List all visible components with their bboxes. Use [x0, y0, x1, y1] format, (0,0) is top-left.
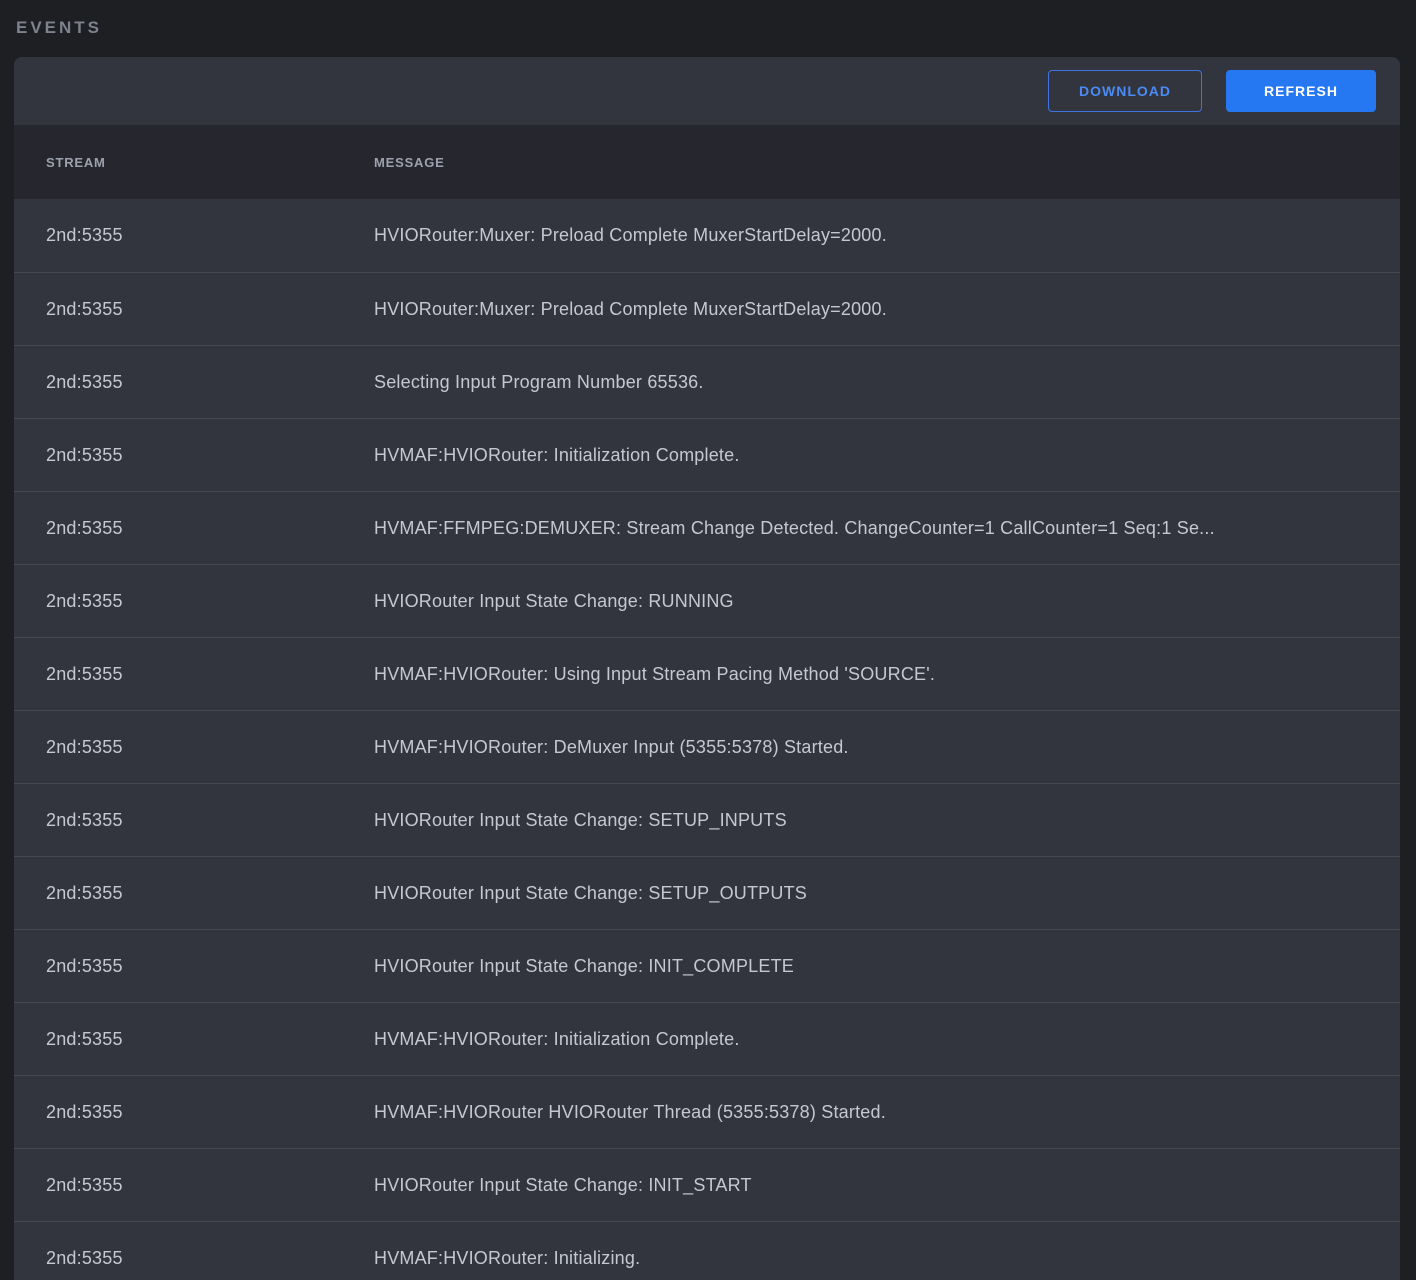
events-table-body: 2nd:5355HVIORouter:Muxer: Preload Comple… [14, 199, 1400, 1280]
row-message-cell: HVMAF:HVIORouter HVIORouter Thread (5355… [374, 1102, 1400, 1123]
row-stream-cell: 2nd:5355 [46, 1248, 374, 1269]
row-stream-cell: 2nd:5355 [46, 737, 374, 758]
row-stream-cell: 2nd:5355 [46, 591, 374, 612]
row-message-cell: HVMAF:HVIORouter: Using Input Stream Pac… [374, 664, 1400, 685]
table-row[interactable]: 2nd:5355HVMAF:HVIORouter: DeMuxer Input … [14, 710, 1400, 783]
table-row[interactable]: 2nd:5355HVIORouter Input State Change: S… [14, 856, 1400, 929]
row-message-cell: HVIORouter Input State Change: SETUP_INP… [374, 810, 1400, 831]
row-stream-cell: 2nd:5355 [46, 1175, 374, 1196]
table-row[interactable]: 2nd:5355HVMAF:HVIORouter: Initialization… [14, 1002, 1400, 1075]
row-stream-cell: 2nd:5355 [46, 518, 374, 539]
refresh-button[interactable]: REFRESH [1226, 70, 1376, 112]
events-page: EVENTS DOWNLOAD REFRESH STREAM MESSAGE 2… [0, 0, 1416, 1280]
column-header-message: MESSAGE [374, 155, 1400, 170]
events-table-header: STREAM MESSAGE [14, 125, 1400, 199]
events-panel: DOWNLOAD REFRESH STREAM MESSAGE 2nd:5355… [14, 57, 1400, 1280]
row-stream-cell: 2nd:5355 [46, 225, 374, 246]
table-row[interactable]: 2nd:5355HVIORouter Input State Change: I… [14, 1148, 1400, 1221]
row-stream-cell: 2nd:5355 [46, 956, 374, 977]
row-stream-cell: 2nd:5355 [46, 445, 374, 466]
row-message-cell: HVIORouter Input State Change: INIT_STAR… [374, 1175, 1400, 1196]
table-row[interactable]: 2nd:5355HVMAF:FFMPEG:DEMUXER: Stream Cha… [14, 491, 1400, 564]
row-message-cell: Selecting Input Program Number 65536. [374, 372, 1400, 393]
table-row[interactable]: 2nd:5355Selecting Input Program Number 6… [14, 345, 1400, 418]
row-stream-cell: 2nd:5355 [46, 810, 374, 831]
row-message-cell: HVIORouter Input State Change: INIT_COMP… [374, 956, 1400, 977]
table-row[interactable]: 2nd:5355HVIORouter Input State Change: I… [14, 929, 1400, 1002]
table-row[interactable]: 2nd:5355HVIORouter Input State Change: R… [14, 564, 1400, 637]
column-header-stream: STREAM [46, 155, 374, 170]
row-stream-cell: 2nd:5355 [46, 299, 374, 320]
table-row[interactable]: 2nd:5355HVMAF:HVIORouter: Using Input St… [14, 637, 1400, 710]
row-message-cell: HVMAF:HVIORouter: Initialization Complet… [374, 1029, 1400, 1050]
table-row[interactable]: 2nd:5355HVMAF:HVIORouter HVIORouter Thre… [14, 1075, 1400, 1148]
table-row[interactable]: 2nd:5355HVIORouter:Muxer: Preload Comple… [14, 272, 1400, 345]
row-message-cell: HVMAF:FFMPEG:DEMUXER: Stream Change Dete… [374, 518, 1400, 539]
page-title: EVENTS [14, 18, 1400, 38]
row-message-cell: HVMAF:HVIORouter: Initialization Complet… [374, 445, 1400, 466]
row-message-cell: HVIORouter Input State Change: RUNNING [374, 591, 1400, 612]
download-button[interactable]: DOWNLOAD [1048, 70, 1202, 112]
row-stream-cell: 2nd:5355 [46, 1102, 374, 1123]
table-row[interactable]: 2nd:5355HVMAF:HVIORouter: Initializing. [14, 1221, 1400, 1280]
row-stream-cell: 2nd:5355 [46, 664, 374, 685]
row-message-cell: HVMAF:HVIORouter: Initializing. [374, 1248, 1400, 1269]
row-stream-cell: 2nd:5355 [46, 1029, 374, 1050]
row-message-cell: HVIORouter Input State Change: SETUP_OUT… [374, 883, 1400, 904]
row-message-cell: HVMAF:HVIORouter: DeMuxer Input (5355:53… [374, 737, 1400, 758]
events-toolbar: DOWNLOAD REFRESH [14, 57, 1400, 125]
row-stream-cell: 2nd:5355 [46, 883, 374, 904]
table-row[interactable]: 2nd:5355HVIORouter:Muxer: Preload Comple… [14, 199, 1400, 272]
row-stream-cell: 2nd:5355 [46, 372, 374, 393]
table-row[interactable]: 2nd:5355HVMAF:HVIORouter: Initialization… [14, 418, 1400, 491]
table-row[interactable]: 2nd:5355HVIORouter Input State Change: S… [14, 783, 1400, 856]
row-message-cell: HVIORouter:Muxer: Preload Complete Muxer… [374, 299, 1400, 320]
row-message-cell: HVIORouter:Muxer: Preload Complete Muxer… [374, 225, 1400, 246]
